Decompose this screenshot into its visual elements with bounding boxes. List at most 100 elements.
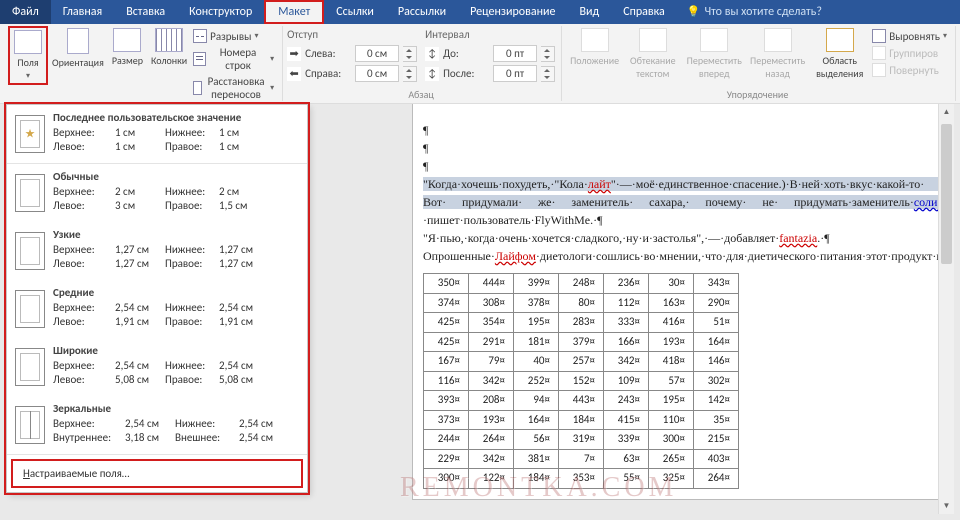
margins-preset-last[interactable]: Последнее пользовательское значение Верх… <box>7 105 307 163</box>
table-cell: 353¤ <box>559 469 604 489</box>
space-before-input[interactable]: 0 пт <box>493 45 537 62</box>
m-right-v: 1,91 см <box>219 315 269 328</box>
space-after-spinner[interactable] <box>541 66 555 82</box>
selection-pane-button[interactable]: Область выделения <box>809 26 870 82</box>
tab-home[interactable]: Главная <box>51 0 114 24</box>
preset-last-right-v: 1 см <box>219 140 269 153</box>
custom-margins-button[interactable]: Настраиваемые поля… <box>11 459 303 488</box>
columns-button[interactable]: Колонки <box>147 26 191 69</box>
table-cell: 116¤ <box>424 371 469 391</box>
indent-right-input[interactable]: 0 см <box>355 65 399 82</box>
pilcrow: ¶ <box>423 139 954 157</box>
tab-insert[interactable]: Вставка <box>114 0 177 24</box>
table-cell: 208¤ <box>469 391 514 411</box>
tab-references[interactable]: Ссылки <box>324 0 386 24</box>
margins-preset-normal[interactable]: Обычные Верхнее:2 см Нижнее:2 см Левое:3… <box>7 164 307 222</box>
table-cell: 443¤ <box>559 391 604 411</box>
na-right-l: Правое: <box>165 257 219 270</box>
table-row: 373¤193¤164¤184¤415¤110¤35¤ <box>424 410 739 430</box>
space-before-icon: ↕ <box>425 47 439 61</box>
table-cell: 248¤ <box>559 274 604 294</box>
margins-preset-narrow[interactable]: Узкие Верхнее:1,27 см Нижнее:1,27 см Лев… <box>7 222 307 280</box>
line-numbers-label: Номера строк <box>209 46 267 72</box>
table-cell: 94¤ <box>514 391 559 411</box>
margins-preset-moderate[interactable]: Средние Верхнее:2,54 см Нижнее:2,54 см Л… <box>7 280 307 338</box>
wrap-text-button: Обтекание текстом <box>623 26 682 82</box>
n-left-v: 3 см <box>115 199 165 212</box>
table-cell: 378¤ <box>514 293 559 313</box>
margins-preset-wide[interactable]: Широкие Верхнее:2,54 см Нижнее:2,54 см Л… <box>7 338 307 396</box>
breaks-button[interactable]: Разрывы ▾ <box>191 28 276 44</box>
table-row: 229¤342¤381¤7¤63¤265¤403¤ <box>424 449 739 469</box>
margins-preset-mirrored[interactable]: Зеркальные Верхнее:2,54 см Нижнее:2,54 с… <box>7 396 307 454</box>
tab-help[interactable]: Справка <box>611 0 677 24</box>
hyphenation-button[interactable]: Расстановка переносов ▾ <box>191 74 276 102</box>
preset-last-left-l: Левое: <box>53 140 115 153</box>
forward-icon <box>700 28 728 52</box>
w-bot-v: 2,54 см <box>219 359 269 372</box>
space-after-input[interactable]: 0 пт <box>493 65 537 82</box>
align-button[interactable]: Выровнять ▾ <box>870 28 949 44</box>
hyphenation-icon <box>193 81 202 95</box>
data-table[interactable]: 350¤444¤399¤248¤236¤30¤343¤374¤308¤378¤8… <box>423 273 739 489</box>
forward-label: Переместить вперед <box>686 54 742 80</box>
table-cell: 342¤ <box>469 449 514 469</box>
table-cell: 7¤ <box>559 449 604 469</box>
preset-last-right-l: Правое: <box>165 140 219 153</box>
space-before-spinner[interactable] <box>541 46 555 62</box>
vertical-scrollbar[interactable]: ▲ ▼ <box>938 104 954 514</box>
indent-left-input[interactable]: 0 см <box>355 45 399 62</box>
table-cell: 110¤ <box>649 410 694 430</box>
table-cell: 112¤ <box>604 293 649 313</box>
table-cell: 195¤ <box>514 313 559 333</box>
orientation-button[interactable]: Ориентация <box>48 26 108 71</box>
doc-para-1: "Когда·хочешь·похудеть,·"Кола·лайт"·—·мо… <box>423 175 954 229</box>
size-button[interactable]: Размер <box>108 26 147 69</box>
preset-normal-icon <box>15 174 45 212</box>
document-page[interactable]: ¶ ¶ ¶ "Когда·хочешь·похудеть,·"Кола·лайт… <box>412 104 954 500</box>
table-cell: 80¤ <box>559 293 604 313</box>
tab-layout[interactable]: Макет <box>264 0 324 24</box>
w-top-l: Верхнее: <box>53 359 115 372</box>
tab-design[interactable]: Конструктор <box>177 0 264 24</box>
pilcrow: ¶ <box>423 157 954 175</box>
indent-left-spinner[interactable] <box>403 46 417 62</box>
table-cell: 229¤ <box>424 449 469 469</box>
table-cell: 51¤ <box>694 313 739 333</box>
preset-mirrored-title: Зеркальные <box>53 402 299 417</box>
tab-mailings[interactable]: Рассылки <box>386 0 458 24</box>
table-row: 425¤291¤181¤379¤166¤193¤164¤ <box>424 332 739 352</box>
lightbulb-icon <box>687 5 701 19</box>
tab-file[interactable]: Файл <box>0 0 51 24</box>
table-cell: 416¤ <box>649 313 694 333</box>
breaks-label: Разрывы <box>210 30 251 43</box>
table-cell: 425¤ <box>424 313 469 333</box>
spacing-header: Интервал <box>425 28 555 43</box>
m-left-v: 1,91 см <box>115 315 165 328</box>
scroll-up-icon[interactable]: ▲ <box>939 104 954 120</box>
w-right-v: 5,08 см <box>219 373 269 386</box>
scroll-down-icon[interactable]: ▼ <box>939 498 954 514</box>
line-numbers-button[interactable]: Номера строк ▾ <box>191 45 276 73</box>
table-cell: 181¤ <box>514 332 559 352</box>
margins-button[interactable]: Поля ▾ <box>8 26 48 85</box>
back-label: Переместить назад <box>750 54 805 80</box>
chevron-down-icon: ▾ <box>943 31 947 41</box>
tab-review[interactable]: Рецензирование <box>458 0 567 24</box>
w-bot-l: Нижнее: <box>165 359 219 372</box>
preset-narrow-title: Узкие <box>53 228 299 243</box>
tell-me-search[interactable]: Что вы хотите сделать? <box>677 0 832 24</box>
mi-right-l: Внешнее: <box>175 431 239 444</box>
table-cell: 399¤ <box>514 274 559 294</box>
preset-narrow-icon <box>15 232 45 270</box>
w-left-v: 5,08 см <box>115 373 165 386</box>
table-cell: 167¤ <box>424 352 469 372</box>
table-cell: 184¤ <box>559 410 604 430</box>
group-arrange: Упорядочение <box>566 86 949 101</box>
margins-icon <box>14 30 42 54</box>
tab-view[interactable]: Вид <box>567 0 611 24</box>
indent-right-spinner[interactable] <box>403 66 417 82</box>
table-row: 300¤122¤184¤353¤55¤325¤264¤ <box>424 469 739 489</box>
table-cell: 319¤ <box>559 430 604 450</box>
scroll-thumb[interactable] <box>941 124 952 264</box>
